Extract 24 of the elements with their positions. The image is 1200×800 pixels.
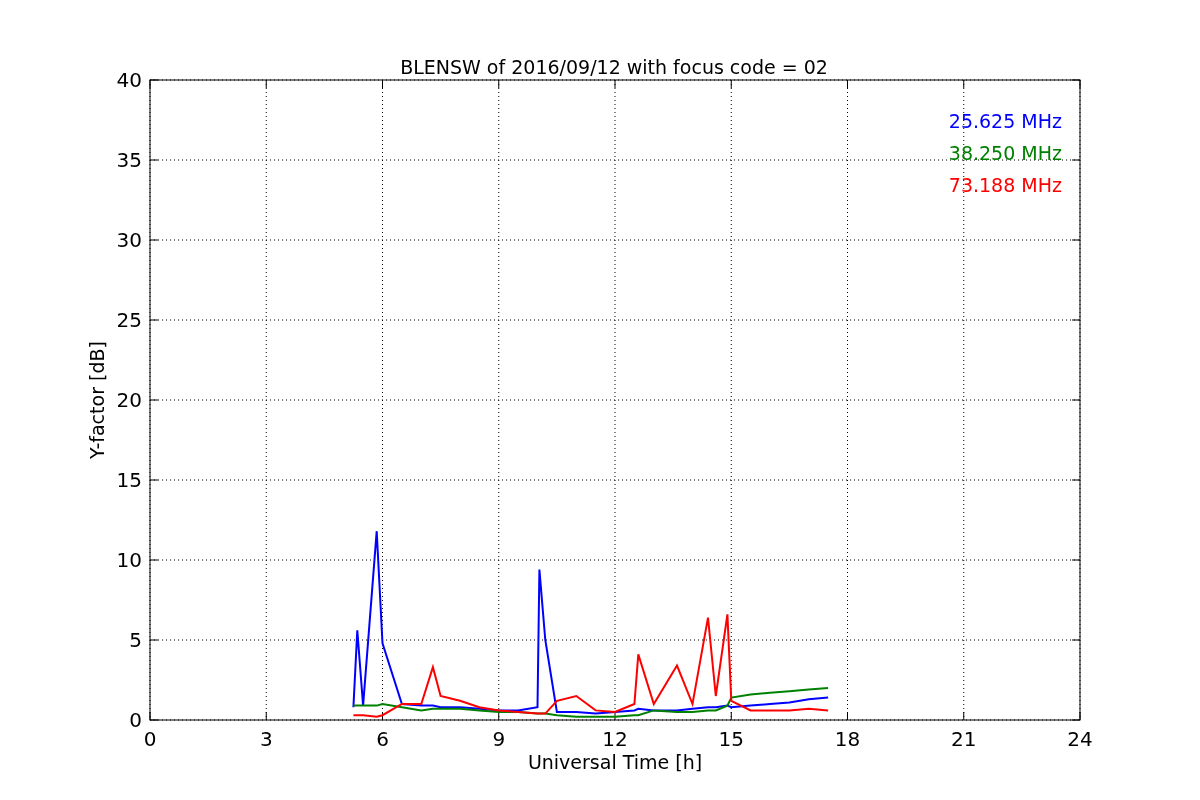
y-tick-label: 15 [116, 468, 142, 492]
x-tick-label: 21 [951, 727, 977, 751]
y-axis-label: Y-factor [dB] [86, 341, 108, 459]
x-tick-label: 12 [602, 727, 628, 751]
y-tick-label: 20 [116, 388, 142, 412]
x-tick-label: 9 [492, 727, 506, 751]
y-tick-label: 30 [116, 228, 142, 252]
legend-label: 25.625 MHz [948, 110, 1062, 132]
x-axis-label: Universal Time [h] [527, 751, 703, 773]
y-tick-label: 35 [116, 148, 142, 172]
x-tick-label: 18 [834, 727, 861, 751]
chart-title: BLENSW of 2016/09/12 with focus code = 02 [400, 56, 828, 78]
legend-label: 38.250 MHz [948, 142, 1062, 164]
x-tick-label: 0 [143, 727, 157, 751]
y-tick-label: 40 [116, 68, 142, 92]
x-tick-label: 15 [718, 727, 744, 751]
y-tick-label: 0 [129, 708, 142, 732]
x-tick-label: 24 [1067, 727, 1093, 751]
legend-label: 73.188 MHz [948, 174, 1062, 196]
y-tick-label: 25 [116, 308, 142, 332]
x-tick-label: 3 [259, 727, 273, 751]
x-tick-label: 6 [376, 727, 389, 751]
y-tick-label: 10 [116, 548, 142, 572]
y-tick-label: 5 [129, 628, 142, 652]
